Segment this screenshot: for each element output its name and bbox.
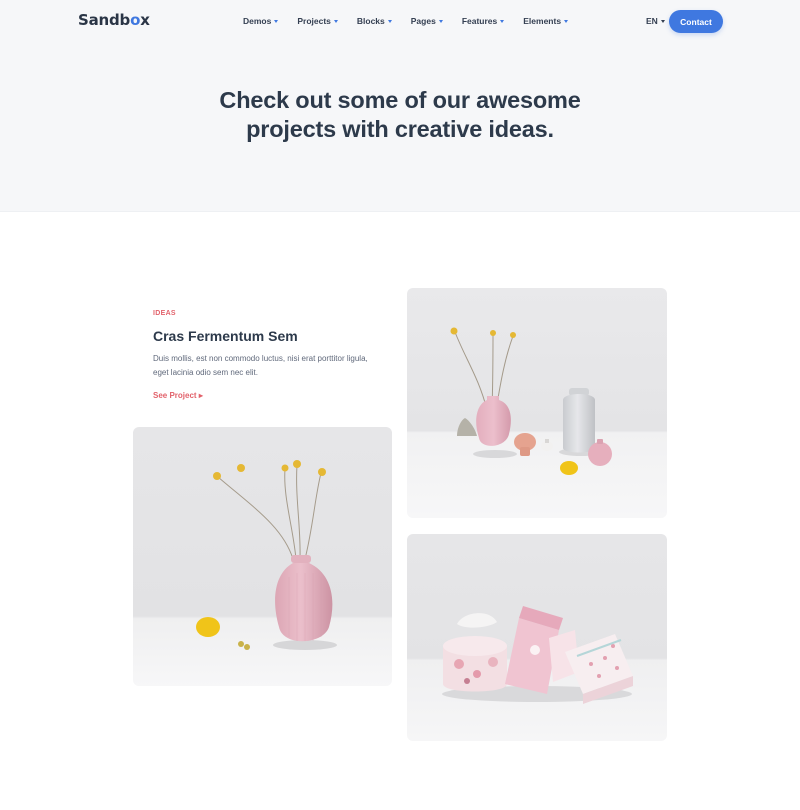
chevron-down-icon [660, 20, 665, 23]
project-image-vases[interactable] [407, 288, 667, 518]
pink-vase-photo-icon [133, 427, 392, 686]
chevron-down-icon [274, 20, 279, 23]
chevron-down-icon [500, 20, 505, 23]
nav-item-features[interactable]: Features [461, 16, 505, 26]
contact-button[interactable]: Contact [669, 10, 723, 33]
arrow-right-icon: ▸ [198, 391, 203, 400]
nav-label: Elements [523, 16, 562, 26]
project-image-pink-vase[interactable] [133, 427, 392, 686]
nav-label: Blocks [356, 16, 385, 26]
project-image-gift-boxes[interactable] [407, 534, 667, 741]
page-title-line1: Check out some of our awesome [219, 87, 581, 113]
language-label: EN [646, 16, 658, 26]
nav-item-blocks[interactable]: Blocks [357, 16, 392, 26]
chevron-down-icon [564, 20, 569, 23]
chevron-down-icon [333, 20, 338, 23]
project-title: Cras Fermentum Sem [153, 328, 298, 344]
see-project-link[interactable]: See Project ▸ [153, 391, 203, 400]
logo-text-start: Sandb [78, 11, 131, 29]
vases-photo-icon [407, 288, 667, 518]
hero-section: Sandbox Demos Projects Blocks Pages Feat… [0, 0, 800, 212]
nav-item-projects[interactable]: Projects [297, 16, 338, 26]
project-category: IDEAS [153, 310, 176, 317]
nav-label: Projects [297, 16, 331, 26]
logo[interactable]: Sandbox [78, 11, 150, 29]
chevron-down-icon [438, 20, 443, 23]
nav-label: Pages [410, 16, 436, 26]
main-menu: Demos Projects Blocks Pages Features Ele… [243, 16, 587, 26]
see-project-label: See Project [153, 391, 197, 400]
nav-item-demos[interactable]: Demos [243, 16, 279, 26]
page-title: Check out some of our awesome projects w… [150, 86, 650, 144]
nav-label: Demos [243, 16, 272, 26]
language-selector[interactable]: EN [646, 16, 665, 26]
nav-item-elements[interactable]: Elements [523, 16, 569, 26]
nav-item-pages[interactable]: Pages [411, 16, 443, 26]
nav-label: Features [461, 16, 498, 26]
navbar: Sandbox Demos Projects Blocks Pages Feat… [0, 0, 800, 44]
chevron-down-icon [387, 20, 392, 23]
project-description: Duis mollis, est non commodo luctus, nis… [153, 354, 368, 377]
logo-text-accent: o [130, 11, 141, 29]
logo-text-end: x [140, 11, 150, 29]
page-title-line2: projects with creative ideas. [246, 116, 554, 142]
gift-boxes-photo-icon [407, 534, 667, 741]
